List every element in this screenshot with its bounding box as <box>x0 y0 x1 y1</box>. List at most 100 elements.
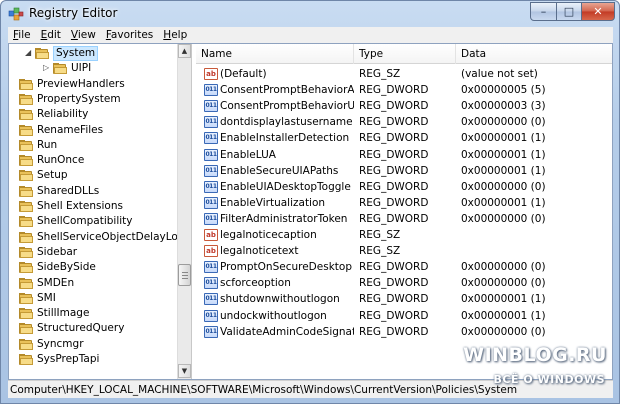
tree-item[interactable]: Shell Extensions <box>9 199 177 214</box>
list-row[interactable]: 011 EnableUIADesktopToggle REG_DWORD 0x0000… <box>196 179 612 195</box>
tree-vertical-scrollbar[interactable]: ▲ ▼ <box>177 44 191 379</box>
cell-data: 0x00000005 (5) <box>461 84 546 97</box>
scroll-up-button[interactable]: ▲ <box>178 44 191 58</box>
tree-item[interactable]: Setup <box>9 168 177 183</box>
cell-type: REG_DWORD <box>359 100 429 113</box>
thumb-grip-line <box>182 275 188 276</box>
list-row[interactable]: 011ConsentPromptBehaviorAd... REG_DWORD 0x… <box>196 82 612 98</box>
cell-name: EnableLUA <box>220 148 276 161</box>
cell-name: scforceoption <box>220 277 291 290</box>
tree-item-label: SideBySide <box>37 261 96 274</box>
tree-item[interactable]: StructuredQuery <box>9 321 177 336</box>
dword-value-icon: 011 <box>204 261 218 274</box>
cell-data: 0x00000001 (1) <box>461 132 546 145</box>
list-row[interactable]: 011 scforceoption REG_DWORD 0x00000000 (0) <box>196 275 612 291</box>
cell-data: (value not set) <box>461 68 538 80</box>
cell-type: REG_DWORD <box>359 116 429 129</box>
dword-value-icon: 011 <box>204 325 218 338</box>
string-value-icon: ab <box>204 68 218 80</box>
list-row[interactable]: 011ValidateAdminCodeSignatures REG_DWORD 0… <box>196 324 612 340</box>
expanded-arrow-icon[interactable]: ◢ <box>25 49 33 57</box>
list-row[interactable]: 011 EnableLUA REG_DWORD 0x00000001 (1) <box>196 147 612 163</box>
close-button[interactable]: ✕ <box>581 2 615 21</box>
menu-view[interactable]: View <box>71 29 96 41</box>
tree-item[interactable]: SMI <box>9 291 177 306</box>
tree-item[interactable]: ShellCompatibility <box>9 214 177 229</box>
folder-icon <box>19 338 33 350</box>
list-header: Name Type Data <box>196 44 612 64</box>
tree-item[interactable]: ◢ System <box>9 46 177 61</box>
tree-item[interactable]: SysPrepTapi <box>9 352 177 367</box>
column-header-type[interactable]: Type <box>354 44 456 64</box>
tree-item[interactable]: ShellServiceObjectDelayLoad <box>9 230 191 245</box>
tree-item[interactable]: Sidebar <box>9 245 177 260</box>
column-header-data[interactable]: Data <box>456 44 612 64</box>
list-row[interactable]: 011 EnableSecureUIAPaths REG_DWORD 0x000000… <box>196 163 612 179</box>
tree-item[interactable]: PreviewHandlers <box>9 77 177 92</box>
collapsed-arrow-icon[interactable]: ▷ <box>43 64 51 72</box>
list-row[interactable]: 011 shutdownwithoutlogon REG_DWORD 0x000000… <box>196 291 612 307</box>
list-row[interactable]: ab (Default) REG_SZ (value not set) <box>196 66 612 82</box>
cell-data: 0x00000000 (0) <box>461 261 546 274</box>
list-row[interactable]: ab legalnoticetext REG_SZ <box>196 243 612 259</box>
registry-editor-window: Registry Editor – □ ✕ File Edit View Fav… <box>0 0 620 404</box>
tree-item-label: UIPI <box>71 62 92 75</box>
tree-item-label: SysPrepTapi <box>37 353 100 365</box>
title-bar[interactable]: Registry Editor – □ ✕ <box>1 1 619 27</box>
menu-edit[interactable]: Edit <box>41 29 61 41</box>
tree-item-label: SMDEn <box>37 276 75 289</box>
tree-item-label: RenameFiles <box>37 123 104 136</box>
list-row[interactable]: 011 EnableInstallerDetection REG_DWORD 0x00… <box>196 130 612 146</box>
scroll-thumb[interactable] <box>178 264 191 286</box>
watermark-subtitle: ВСЁ О WINDOWS <box>493 373 605 386</box>
cell-data: 0x00000000 (0) <box>461 277 546 290</box>
dword-value-icon: 011 <box>204 309 218 322</box>
cell-data: 0x00000001 (1) <box>461 309 546 322</box>
folder-icon <box>19 354 33 365</box>
dword-value-icon: 011 <box>204 293 218 306</box>
dword-value-icon: 011 <box>204 148 218 161</box>
tree-item[interactable]: SharedDLLs <box>9 184 177 199</box>
tree-item[interactable]: Run <box>9 138 177 153</box>
tree-item[interactable]: PropertySystem <box>9 92 177 107</box>
list-row[interactable]: 011 undockwithoutlogon REG_DWORD 0x00000001… <box>196 308 612 324</box>
tree-item[interactable]: Reliability <box>9 107 177 122</box>
tree-item-label: System <box>53 46 99 61</box>
menu-help[interactable]: Help <box>163 29 187 41</box>
cell-data: 0x00000001 (1) <box>461 148 546 161</box>
tree-item[interactable]: RenameFiles <box>9 123 177 138</box>
maximize-button[interactable]: □ <box>556 2 582 21</box>
cell-name: dontdisplaylastusername <box>220 116 353 129</box>
cell-name: undockwithoutlogon <box>220 309 327 322</box>
minimize-icon: – <box>540 5 547 18</box>
tree-item[interactable]: ▷ UIPI <box>9 61 177 76</box>
menu-file[interactable]: File <box>13 29 31 41</box>
folder-icon <box>19 216 33 228</box>
dword-value-icon: 011 <box>204 180 218 193</box>
list-row[interactable]: 011 dontdisplaylastusername REG_DWORD 0x000… <box>196 114 612 130</box>
list-row[interactable]: ab legalnoticecaption REG_SZ <box>196 227 612 243</box>
tree-item[interactable]: StillImage <box>9 306 177 321</box>
tree-item[interactable]: SideBySide <box>9 260 177 275</box>
cell-type: REG_DWORD <box>359 148 429 161</box>
scroll-down-button[interactable]: ▼ <box>178 364 191 378</box>
list-row[interactable]: 011 PromptOnSecureDesktop REG_DWORD 0x00000… <box>196 259 612 275</box>
tree-item[interactable]: Syncmgr <box>9 337 177 352</box>
tree-item[interactable]: SMDEn <box>9 276 177 291</box>
cell-type: REG_DWORD <box>359 325 429 338</box>
maximize-icon: □ <box>563 5 575 18</box>
list-row[interactable]: 011ConsentPromptBehaviorUser REG_DWORD 0x0… <box>196 98 612 114</box>
menu-favorites[interactable]: Favorites <box>106 29 153 41</box>
string-value-icon: ab <box>204 229 218 241</box>
minimize-button[interactable]: – <box>530 2 557 21</box>
tree-item[interactable]: RunOnce <box>9 153 177 168</box>
column-header-name[interactable]: Name <box>196 44 354 64</box>
tree-item-label: SMI <box>37 291 56 304</box>
list-row[interactable]: 011 FilterAdministratorToken REG_DWORD 0x00… <box>196 211 612 227</box>
current-key-path: Computer\HKEY_LOCAL_MACHINE\SOFTWARE\Mic… <box>10 384 518 396</box>
folder-icon <box>19 323 33 335</box>
tree-item-label: PropertySystem <box>37 92 121 105</box>
cell-type: REG_DWORD <box>359 132 429 145</box>
list-row[interactable]: 011 EnableVirtualization REG_DWORD 0x000000… <box>196 195 612 211</box>
cell-data: 0x00000001 (1) <box>461 293 546 306</box>
